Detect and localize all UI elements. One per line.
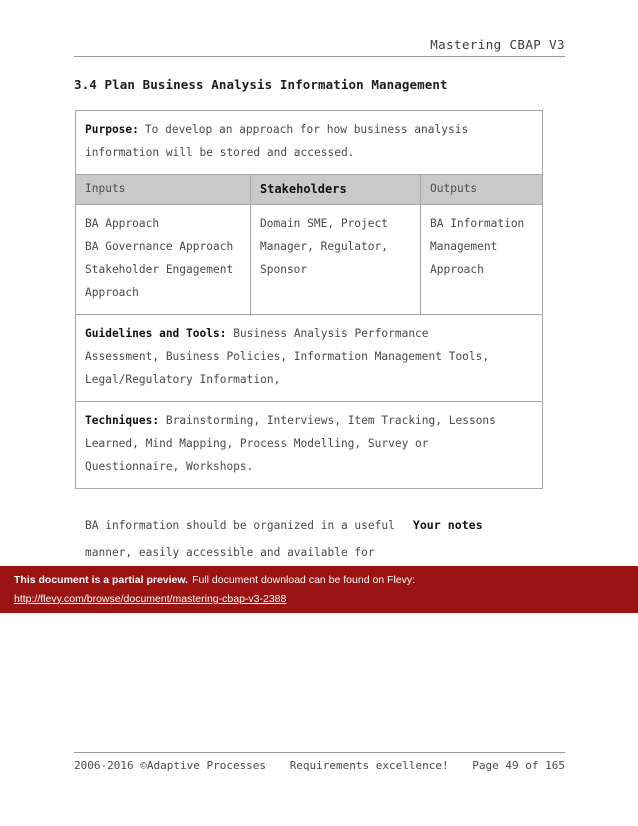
page-header: Mastering CBAP V3	[74, 34, 565, 57]
body-paragraph: BA information should be organized in a …	[85, 512, 545, 567]
inputs-item: Stakeholder Engagement	[85, 263, 234, 276]
flevy-document-link[interactable]: http://flevy.com/browse/document/masteri…	[14, 592, 286, 608]
banner-rest-text: Full document download can be found on F…	[192, 574, 416, 586]
purpose-label: Purpose:	[85, 123, 139, 136]
techniques-line: Learned, Mind Mapping, Process Modelling…	[85, 436, 429, 450]
purpose-text-line-1: To develop an approach for how business …	[144, 123, 469, 136]
stakeholders-cell: Domain SME, Project Manager, Regulator, …	[250, 204, 421, 315]
preview-banner: This document is a partial preview. Full …	[0, 566, 638, 613]
footer-tagline: Requirements excellence!	[289, 759, 449, 772]
your-notes-label: Your notes	[412, 518, 483, 532]
column-header-stakeholders: Stakeholders	[250, 173, 421, 206]
outputs-cell: BA Information Management Approach	[419, 204, 544, 315]
footer-page-number: Page 49 of 165	[472, 759, 565, 772]
body-line-2: manner, easily accessible and available …	[85, 545, 375, 559]
task-summary-table: Purpose: To develop an approach for how b…	[74, 110, 544, 489]
guidelines-line: Business Analysis Performance	[233, 326, 429, 340]
table-row: BA Approach BA Governance Approach Stake…	[75, 204, 544, 315]
inputs-cell: BA Approach BA Governance Approach Stake…	[75, 204, 251, 315]
techniques-label: Techniques:	[85, 413, 160, 427]
section-heading: 3.4 Plan Business Analysis Information M…	[74, 77, 448, 92]
page-footer: 2006-2016 ©Adaptive Processes Requiremen…	[74, 752, 565, 772]
guidelines-line: Assessment, Business Policies, Informati…	[85, 349, 490, 363]
techniques-line: Questionnaire, Workshops.	[85, 459, 254, 473]
inputs-item: Approach	[85, 285, 139, 299]
outputs-item: Approach	[430, 263, 484, 276]
outputs-item: Management	[430, 240, 498, 254]
guidelines-line: Legal/Regulatory Information,	[85, 372, 281, 386]
stakeholders-item: Domain SME, Project	[260, 217, 388, 231]
techniques-row: Techniques: Brainstorming, Interviews, I…	[74, 400, 544, 489]
page-header-title: Mastering CBAP V3	[430, 37, 565, 52]
guidelines-label: Guidelines and Tools:	[85, 326, 227, 340]
footer-copyright: 2006-2016 ©Adaptive Processes	[74, 759, 267, 772]
stakeholders-item: Manager, Regulator,	[260, 240, 388, 254]
stakeholders-item: Sponsor	[260, 263, 308, 276]
inputs-item: BA Governance Approach	[85, 240, 234, 254]
column-header-inputs: Inputs	[75, 173, 251, 206]
techniques-cell: Techniques: Brainstorming, Interviews, I…	[74, 400, 544, 489]
purpose-cell: Purpose: To develop an approach for how b…	[74, 110, 544, 175]
column-header-outputs: Outputs	[419, 173, 544, 206]
guidelines-cell: Guidelines and Tools: Business Analysis …	[74, 313, 544, 402]
table-header-row: Inputs Stakeholders Outputs	[75, 173, 544, 206]
purpose-text-line-2: information will be stored and accessed.	[85, 145, 355, 159]
body-line-1: BA information should be organized in a …	[85, 519, 395, 532]
guidelines-row: Guidelines and Tools: Business Analysis …	[74, 313, 544, 402]
inputs-item: BA Approach	[85, 217, 160, 231]
purpose-row: Purpose: To develop an approach for how b…	[74, 110, 544, 175]
body-line-1-wrapper: BA information should be organized in a …	[85, 512, 545, 540]
outputs-item: BA Information	[430, 217, 525, 231]
banner-strong-text: This document is a partial preview.	[14, 574, 189, 586]
techniques-line: Brainstorming, Interviews, Item Tracking…	[165, 413, 496, 427]
banner-message: This document is a partial preview. Full …	[14, 573, 638, 589]
